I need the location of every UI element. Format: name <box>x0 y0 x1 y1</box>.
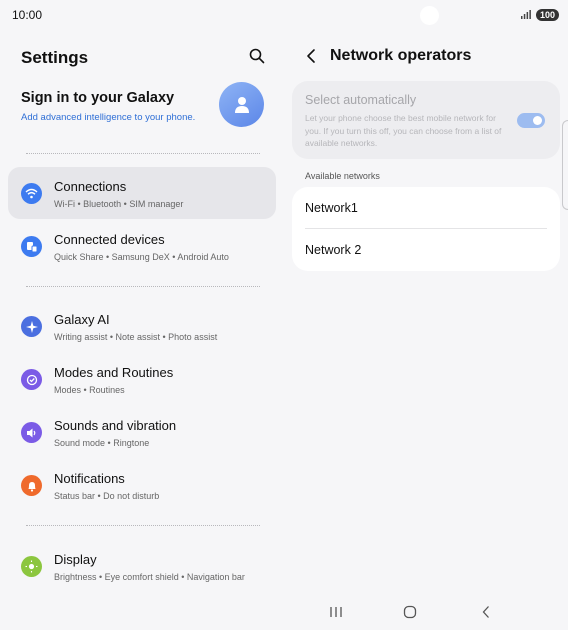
menu-item-subtitle: Quick Share • Samsung DeX • Android Auto <box>54 252 229 262</box>
menu-item-sounds-vibration[interactable]: Sounds and vibration Sound mode • Ringto… <box>8 406 276 458</box>
sun-icon <box>21 556 42 577</box>
bell-icon <box>21 475 42 496</box>
devices-icon <box>21 236 42 257</box>
menu-item-galaxy-ai[interactable]: Galaxy AI Writing assist • Note assist •… <box>8 300 276 352</box>
network-item[interactable]: Network 2 <box>292 229 560 271</box>
select-automatically-label: Select automatically <box>305 93 417 107</box>
select-automatically-toggle[interactable] <box>517 113 545 128</box>
edge-panel-handle[interactable] <box>562 120 568 210</box>
menu-item-subtitle: Writing assist • Note assist • Photo ass… <box>54 332 218 342</box>
network-operators-pane: Network operators Select automatically L… <box>284 30 568 630</box>
avatar[interactable] <box>219 82 264 127</box>
menu-item-title: Notifications <box>54 471 125 486</box>
network-name: Network 2 <box>305 243 362 257</box>
status-time: 10:00 <box>12 8 43 22</box>
account-subtitle: Add advanced intelligence to your phone. <box>21 112 196 123</box>
account-signin[interactable]: Sign in to your Galaxy Add advanced inte… <box>21 82 271 142</box>
menu-item-subtitle: Modes • Routines <box>54 385 125 395</box>
menu-item-title: Connections <box>54 179 127 194</box>
person-icon <box>234 96 249 113</box>
back-arrow-icon[interactable] <box>304 48 318 64</box>
back-button[interactable] <box>476 604 496 620</box>
menu-item-title: Modes and Routines <box>54 365 174 380</box>
menu-item-notifications[interactable]: Notifications Status bar • Do not distur… <box>8 459 276 511</box>
camera-cutout <box>420 6 439 25</box>
select-automatically-card[interactable]: Select automatically Let your phone choo… <box>292 81 560 159</box>
page-title: Network operators <box>330 47 472 64</box>
signal-icon <box>521 10 531 19</box>
battery-indicator: 100 <box>536 9 560 21</box>
recents-icon <box>330 607 342 617</box>
menu-item-subtitle: Wi-Fi • Bluetooth • SIM manager <box>54 199 184 209</box>
menu-item-title: Galaxy AI <box>54 312 110 327</box>
wifi-icon <box>21 183 42 204</box>
network-name: Network1 <box>305 201 358 215</box>
network-item[interactable]: Network1 <box>292 187 560 229</box>
menu-item-subtitle: Brightness • Eye comfort shield • Naviga… <box>54 572 245 582</box>
back-icon <box>482 606 489 618</box>
menu-item-title: Display <box>54 552 97 567</box>
page-title: Settings <box>21 48 89 67</box>
menu-item-title: Sounds and vibration <box>54 418 177 433</box>
speaker-icon <box>21 422 42 443</box>
status-bar: 10:00 100 <box>0 0 568 30</box>
divider <box>26 525 260 526</box>
menu-item-subtitle: Status bar • Do not disturb <box>54 491 160 501</box>
home-button[interactable] <box>400 604 420 620</box>
sparkle-icon <box>21 316 42 337</box>
menu-item-connections[interactable]: Connections Wi-Fi • Bluetooth • SIM mana… <box>8 167 276 219</box>
divider <box>26 286 260 287</box>
menu-item-display[interactable]: Display Brightness • Eye comfort shield … <box>8 540 276 602</box>
menu-item-subtitle: Sound mode • Ringtone <box>54 438 150 448</box>
settings-pane: Settings Sign in to your Galaxy Add adva… <box>0 30 284 630</box>
navigation-bar <box>284 598 568 630</box>
network-list: Network1 Network 2 <box>292 187 560 271</box>
toggle-knob <box>533 116 542 125</box>
search-icon[interactable] <box>248 47 266 65</box>
account-title: Sign in to your Galaxy <box>21 90 175 106</box>
menu-item-title: Connected devices <box>54 232 165 247</box>
home-icon <box>403 605 417 619</box>
select-automatically-description: Let your phone choose the best mobile ne… <box>305 113 502 148</box>
menu-item-modes-routines[interactable]: Modes and Routines Modes • Routines <box>8 353 276 405</box>
available-networks-label: Available networks <box>305 171 380 181</box>
recents-button[interactable] <box>326 604 346 620</box>
divider <box>26 153 260 154</box>
menu-item-connected-devices[interactable]: Connected devices Quick Share • Samsung … <box>8 220 276 272</box>
routine-icon <box>21 369 42 390</box>
